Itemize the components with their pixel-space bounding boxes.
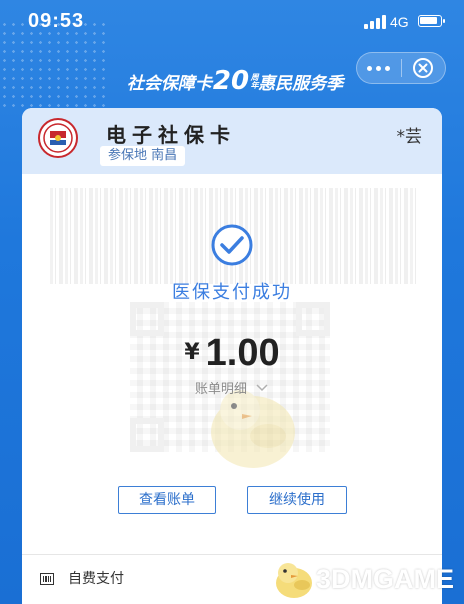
check-icon bbox=[202, 224, 262, 266]
network-type: 4G bbox=[390, 14, 409, 30]
battery-icon bbox=[418, 15, 445, 27]
anniversary-banner: 社会保障卡 20 周年 惠民服务季 bbox=[110, 66, 360, 96]
watermark-text: 3DMGAME bbox=[316, 563, 455, 594]
payment-success-text: 医保支付成功 bbox=[172, 282, 292, 303]
watermark-chick-icon bbox=[276, 563, 312, 598]
region-label: 参保地 bbox=[108, 148, 148, 163]
card-holder-name: *芸 bbox=[396, 127, 423, 147]
signal-icon bbox=[364, 15, 386, 29]
payment-amount: ¥1.00 bbox=[22, 332, 442, 375]
social-security-card: 电子社保卡 参保地 南昌 *芸 医保支付成功 ¥1.00 账单明细 查看账单 继… bbox=[22, 108, 442, 604]
more-icon[interactable] bbox=[357, 53, 401, 83]
barcode-icon bbox=[40, 571, 54, 585]
bill-detail-link[interactable]: 账单明细 bbox=[22, 378, 442, 397]
bill-detail-label: 账单明细 bbox=[194, 382, 247, 397]
close-icon[interactable] bbox=[401, 53, 445, 83]
amount-value: 1.00 bbox=[205, 332, 280, 374]
region-value: 南昌 bbox=[151, 148, 178, 163]
pay-method-row[interactable]: 自费支付 bbox=[40, 566, 124, 590]
watermark-logo: 3DMGAME bbox=[270, 557, 460, 601]
pay-method-label: 自费支付 bbox=[68, 571, 124, 587]
banner-number: 20 bbox=[212, 66, 250, 96]
card-title: 电子社保卡 bbox=[106, 123, 236, 147]
decorative-dots bbox=[0, 20, 110, 110]
social-security-badge-icon bbox=[38, 118, 78, 158]
continue-button[interactable]: 继续使用 bbox=[247, 486, 347, 514]
miniprogram-capsule bbox=[356, 52, 446, 84]
region-tag: 参保地 南昌 bbox=[100, 146, 186, 166]
banner-text-2: 惠民服务季 bbox=[258, 73, 344, 94]
banner-unit: 周年 bbox=[250, 73, 260, 89]
divider bbox=[22, 554, 442, 555]
view-bill-button[interactable]: 查看账单 bbox=[118, 486, 216, 514]
chevron-down-icon bbox=[255, 382, 269, 397]
banner-text-1: 社会保障卡 bbox=[126, 73, 212, 94]
card-header: 电子社保卡 参保地 南昌 *芸 bbox=[22, 108, 442, 174]
currency-symbol: ¥ bbox=[184, 340, 200, 365]
